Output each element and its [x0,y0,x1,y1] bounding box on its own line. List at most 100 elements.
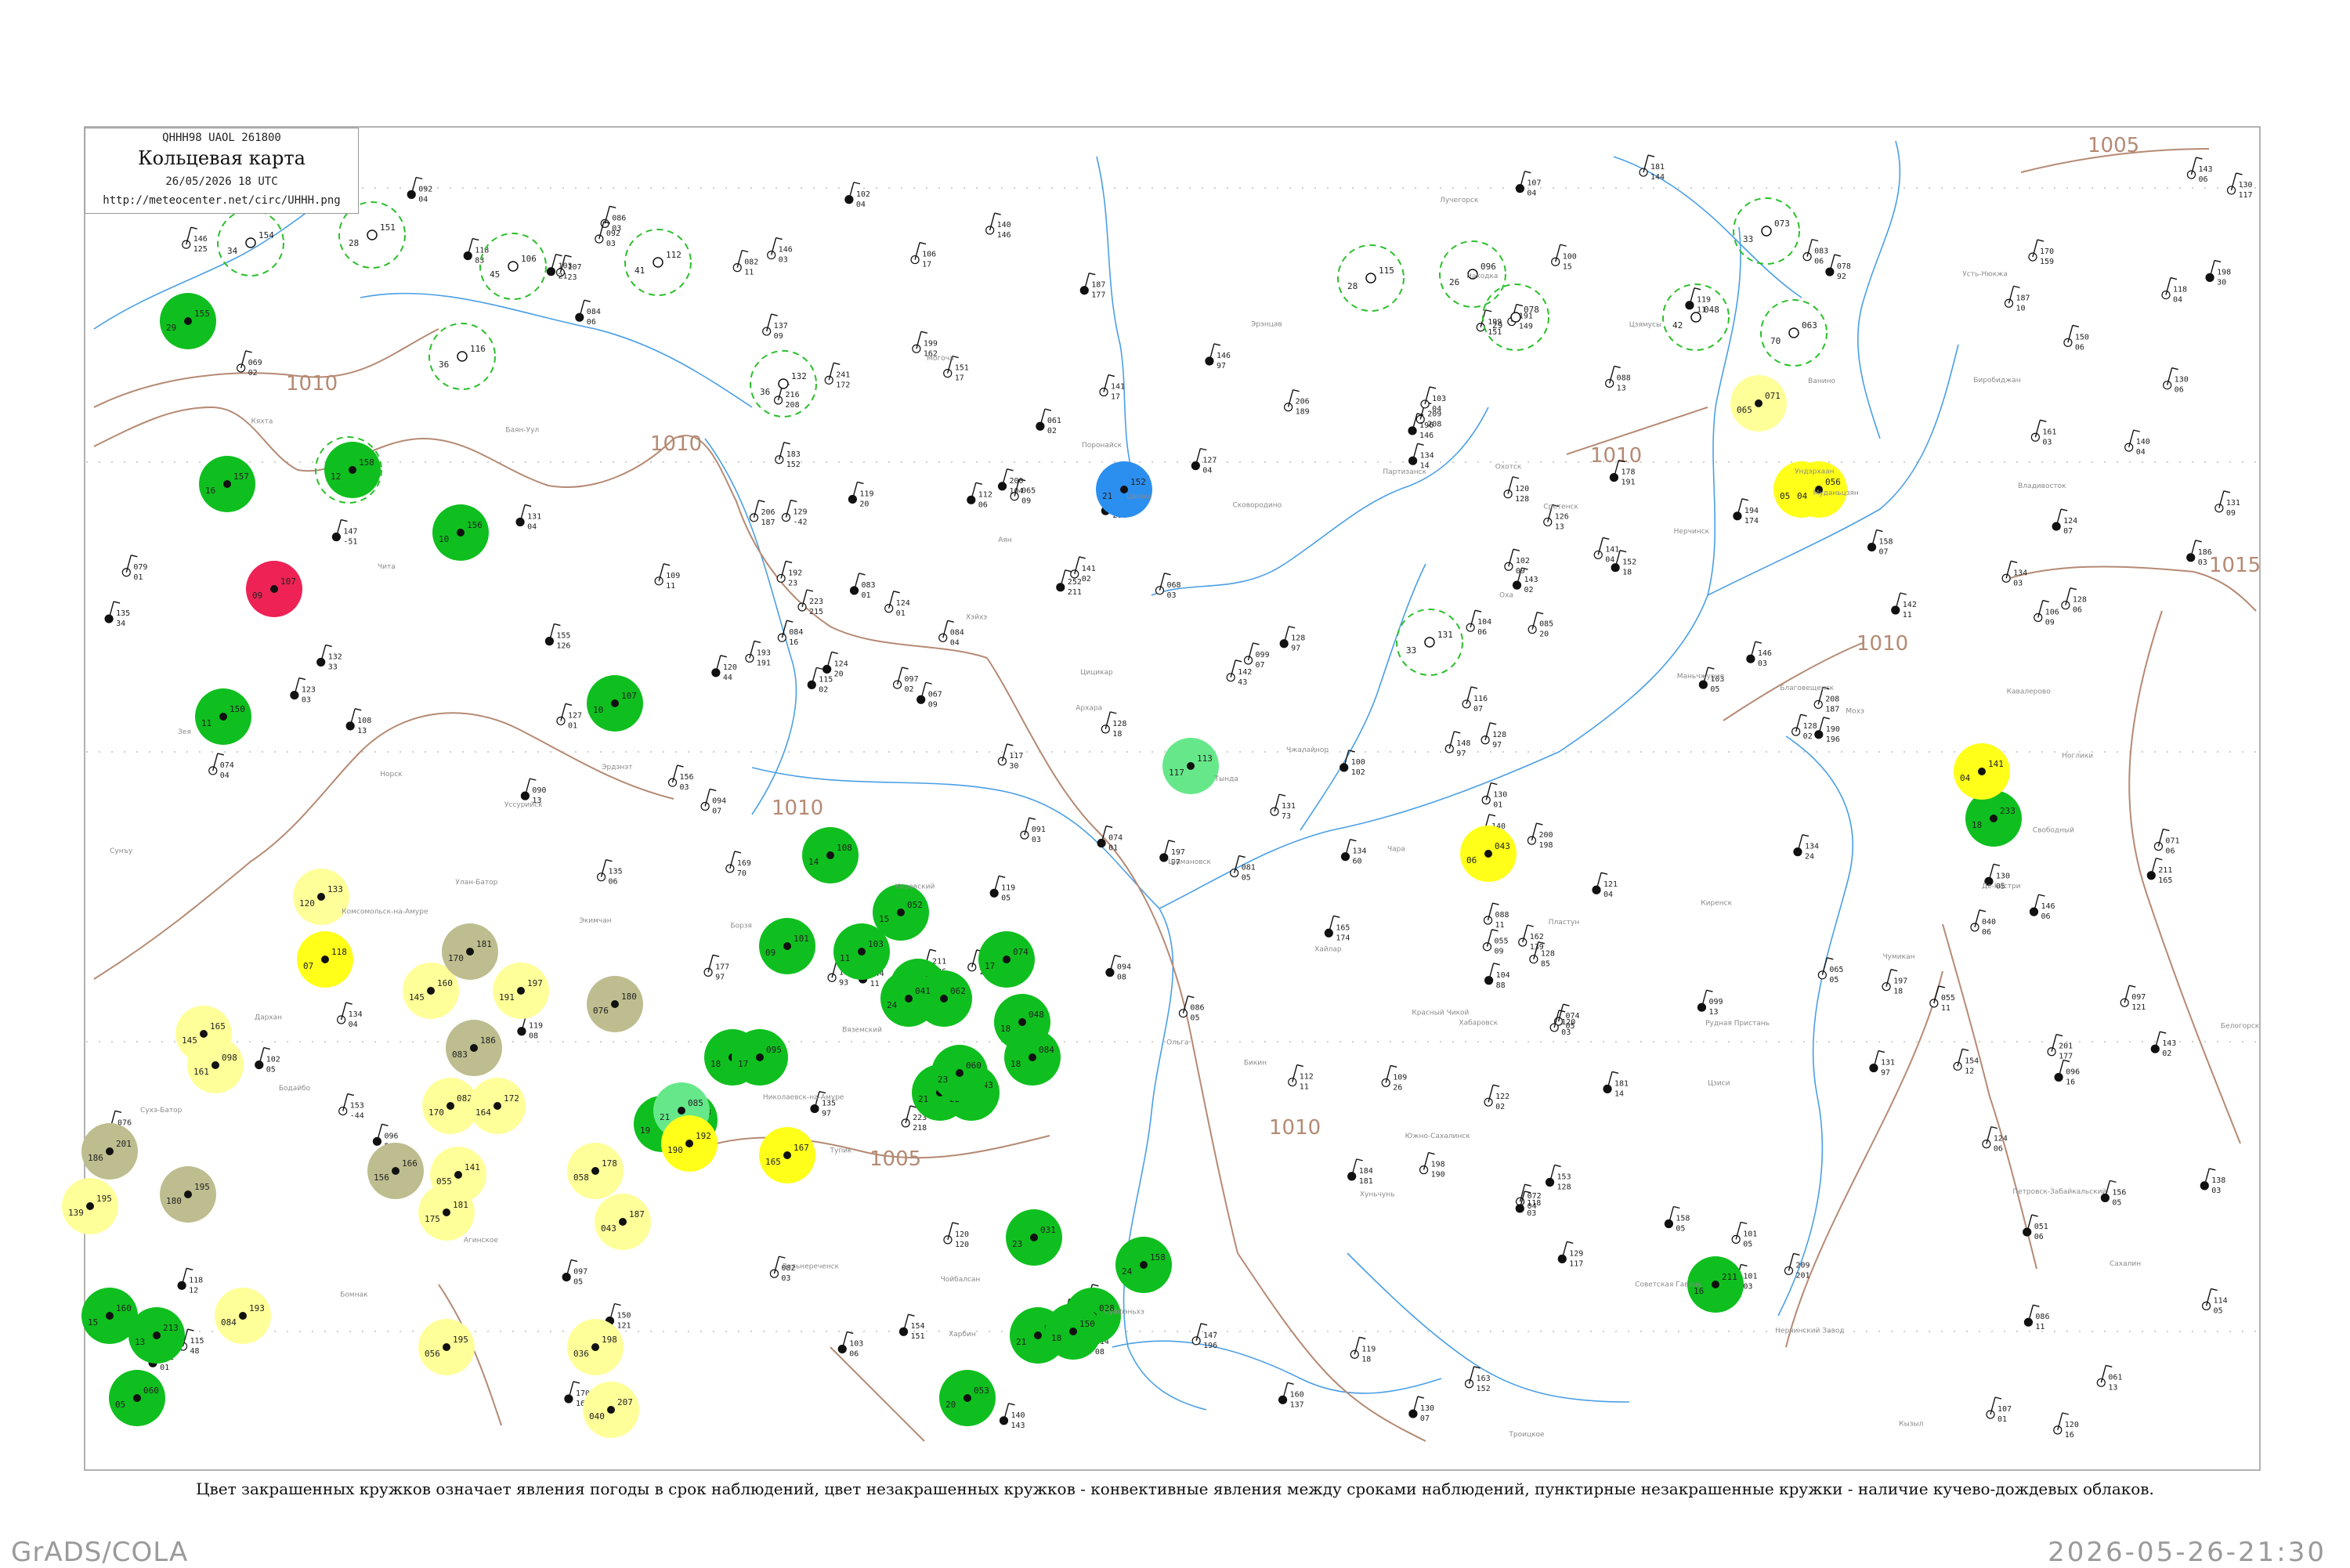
weather-circle-paleyellow: 181 175 [418,1184,475,1241]
station-pressure: 200 [1010,477,1024,486]
station-pressure: 131 [527,512,541,521]
grads-credit: GrADS/COLA [11,1537,189,1568]
station-pressure: 178 [1621,468,1635,477]
station-pressure: 100 [1563,252,1577,261]
station-temp: 18 [1051,1333,1061,1343]
place-label: Чумикан [1883,953,1915,961]
station-tendency: 159 [2040,258,2054,266]
station-tendency: 44 [723,674,732,682]
place-label: Зея [178,728,191,736]
weather-circle-green: 158 24 [1115,1237,1172,1293]
station-pressure: 051 [2034,1223,2048,1231]
weather-circle-lightgreen: 113 117 [1162,738,1219,794]
station-tendency: 121 [616,1322,631,1331]
station-tendency: -42 [793,518,807,527]
station-temp: 24 [1122,1266,1133,1277]
place-label: Южно-Сахалинск [1405,1133,1471,1140]
station-tendency: 30 [2217,278,2226,287]
station-dot [1365,273,1376,284]
station-pressure: 048 [1704,305,1719,315]
place-label: Сковородино [1232,501,1282,509]
station-tendency: 01 [1493,801,1502,810]
station-pressure: 161 [2042,428,2056,436]
station-pressure: 065 [1021,487,1036,496]
station-tendency: 15 [1563,262,1572,271]
bulletin-code: QHHH98 UAOL 261800 [162,132,281,144]
weather-circle-green: 095 17 [732,1029,788,1086]
station-pressure: 117 [1009,752,1023,761]
station-tendency: 04 [220,771,230,780]
station-tendency: 06 [1814,258,1824,266]
station-tendency: 187 [1825,705,1839,714]
station-temp: 18 [1010,1059,1021,1069]
station-tendency: 17 [1111,393,1120,402]
station-pressure: 216 [786,391,800,399]
station-tendency: 05 [1676,1225,1685,1234]
station-pressure: 112 [1300,1073,1314,1082]
station-tendency: 02 [905,685,914,694]
observation-time: 26/05/2026 18 UTC [165,175,278,188]
isobar-label: 1010 [286,372,338,396]
place-label: Шимановск [1168,858,1211,866]
station-temp: 45 [490,269,500,280]
station-pressure: 152 [1130,477,1146,487]
station-temp: 10 [593,705,603,715]
station-temp: 21 [660,1112,670,1122]
station-dot [454,1171,462,1179]
station-pressure: 088 [1495,911,1509,919]
station-pressure: 211 [2158,866,2172,875]
station-tendency: 211 [1068,588,1082,597]
station-pressure: 107 [280,576,296,587]
station-pressure: 060 [966,1060,982,1071]
station-pressure: 150 [230,704,245,714]
station-tendency: 143 [1011,1422,1025,1430]
place-label: Муданьцзян [1813,490,1859,497]
station-pressure: 134 [349,1010,363,1019]
station-pressure: 197 [1171,848,1185,857]
station-tendency: 43 [1238,678,1247,687]
station-pressure: 156 [2112,1188,2126,1197]
station-pressure: 068 [1166,581,1180,590]
station-pressure: 130 [2239,181,2253,190]
station-pressure: 097 [905,675,919,684]
station-temp: 24 [887,1000,898,1010]
place-label: Сунъу [110,847,133,855]
station-pressure: 129 [1569,1249,1583,1258]
place-label: Нерчинский Завод [1775,1327,1844,1335]
station-tendency: 07 [1420,1414,1430,1423]
station-pressure: 128 [2073,596,2087,605]
station-pressure: 135 [609,868,623,876]
station-tendency: 04 [418,195,428,204]
station-pressure: 120 [955,1230,969,1239]
station-tendency: 97 [1217,362,1226,370]
station-temp: 20 [945,1400,956,1410]
station-pressure: 124 [834,659,848,668]
place-label: Вяземский [842,1027,882,1035]
weather-circle-yellow: 141 04 [1954,743,2010,800]
station-pressure: 241 [836,370,850,379]
station-pressure: 150 [1079,1319,1095,1329]
station-pressure: 130 [1420,1404,1434,1413]
station-tendency: 120 [955,1241,969,1249]
station-tendency: 172 [836,381,850,389]
station-pressure: 134 [1805,843,1819,851]
station-pressure: 146 [1758,649,1772,658]
weather-circle-green: 108 14 [802,827,859,883]
station-tendency: 05 [1829,976,1838,985]
station-tendency: 03 [779,256,788,265]
station-temp: 139 [68,1208,84,1218]
station-pressure: 108 [837,843,852,853]
station-pressure: 065 [1829,966,1843,974]
place-label: Чжалайнор [1286,746,1329,754]
station-temp: 11 [840,953,850,963]
station-tendency: 03 [1166,591,1176,600]
station-tendency: 121 [2131,1003,2146,1012]
station-tendency: 48 [190,1347,200,1356]
station-tendency: 181 [1359,1177,1373,1186]
station-pressure: 097 [2131,993,2146,1002]
station-pressure: 199 [924,339,938,348]
station-pressure: 197 [527,978,543,988]
station-tendency: 08 [1117,974,1126,982]
station-pressure: 201 [2059,1042,2073,1051]
station-tendency: 12 [1965,1067,1974,1075]
